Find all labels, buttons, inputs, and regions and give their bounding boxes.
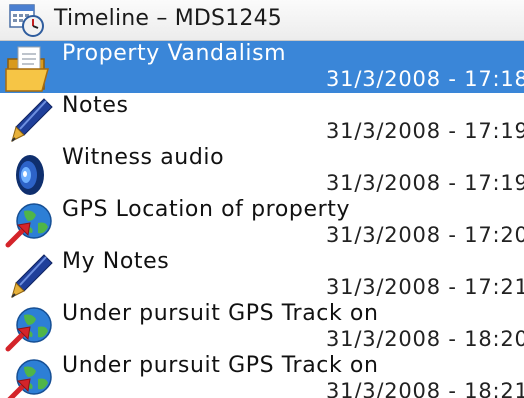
timeline-item-title: My Notes <box>62 249 170 274</box>
timeline-item-timestamp: 31/3/2008 - 17:21 <box>326 275 524 299</box>
timeline-item[interactable]: Notes 31/3/2008 - 17:19 <box>0 93 524 145</box>
timeline-item-title: GPS Location of property <box>62 197 351 222</box>
globe-pin-icon <box>4 303 56 353</box>
timeline-item-timestamp: 31/3/2008 - 17:19 <box>326 171 524 195</box>
window-title: Timeline – MDS1245 <box>54 6 283 31</box>
speaker-icon <box>4 147 56 197</box>
pen-icon <box>4 95 56 145</box>
timeline-item[interactable]: Property Vandalism 31/3/2008 - 17:18 <box>0 41 524 93</box>
title-bar: Timeline – MDS1245 <box>0 0 524 41</box>
timeline-item-title: Witness audio <box>62 145 225 170</box>
timeline-item[interactable]: Under pursuit GPS Track on 31/3/2008 - 1… <box>0 353 524 398</box>
timeline-item-timestamp: 31/3/2008 - 18:20 <box>326 327 524 351</box>
globe-pin-icon <box>4 199 56 249</box>
pen-icon <box>4 251 56 301</box>
timeline-item[interactable]: My Notes 31/3/2008 - 17:21 <box>0 249 524 301</box>
timeline-item[interactable]: GPS Location of property 31/3/2008 - 17:… <box>0 197 524 249</box>
timeline-item-title: Property Vandalism <box>62 41 287 66</box>
folder-icon <box>4 43 56 93</box>
timeline-item-title: Under pursuit GPS Track on <box>62 301 379 326</box>
calendar-clock-icon <box>9 4 44 37</box>
timeline-item-timestamp: 31/3/2008 - 18:21 <box>326 379 524 398</box>
timeline-list[interactable]: Property Vandalism 31/3/2008 - 17:18 Not… <box>0 41 524 398</box>
timeline-item-timestamp: 31/3/2008 - 17:18 <box>326 67 524 91</box>
timeline-item[interactable]: Under pursuit GPS Track on 31/3/2008 - 1… <box>0 301 524 353</box>
timeline-item[interactable]: Witness audio 31/3/2008 - 17:19 <box>0 145 524 197</box>
timeline-item-timestamp: 31/3/2008 - 17:19 <box>326 119 524 143</box>
globe-pin-icon <box>4 355 56 398</box>
timeline-item-title: Notes <box>62 93 129 118</box>
timeline-item-timestamp: 31/3/2008 - 17:20 <box>326 223 524 247</box>
timeline-item-title: Under pursuit GPS Track on <box>62 353 379 378</box>
